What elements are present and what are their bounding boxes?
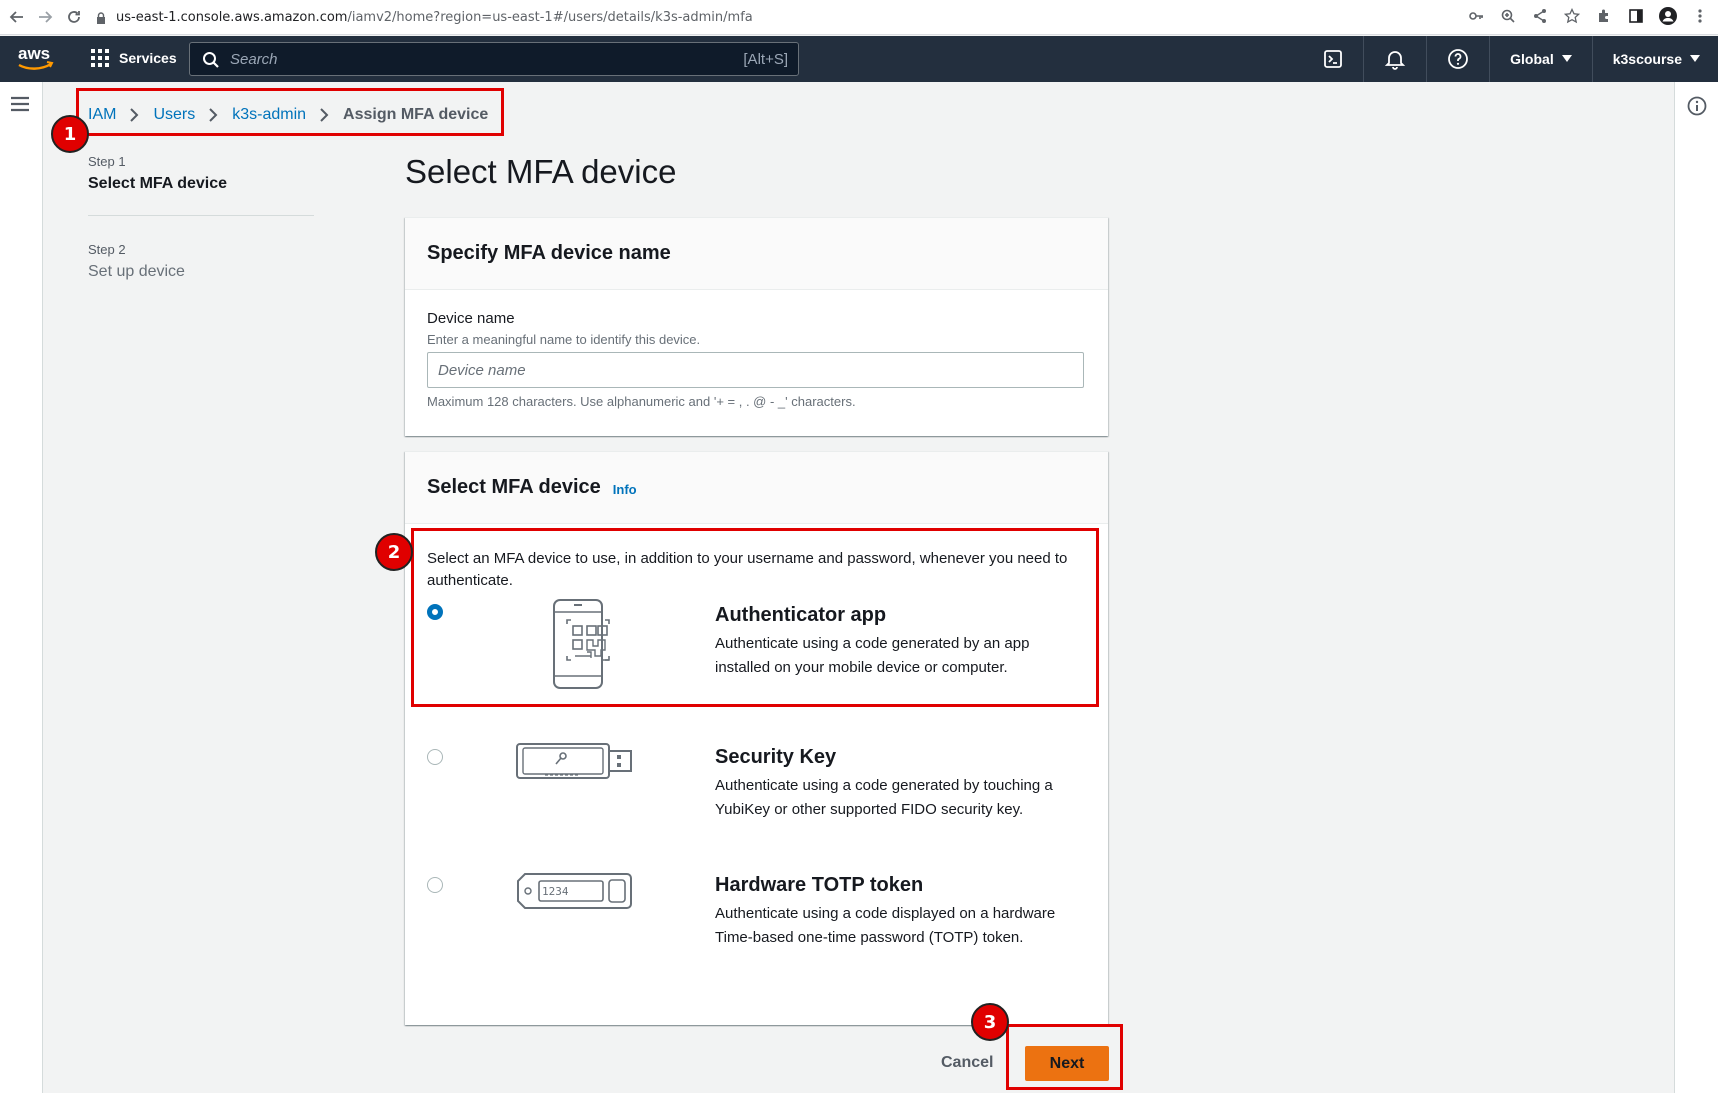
- aws-logo[interactable]: aws: [16, 44, 56, 74]
- tools-panel-rail: [1674, 82, 1718, 1093]
- mfa-option-hardware-totp[interactable]: 1234 Hardware TOTP token Authenticate us…: [405, 870, 1108, 970]
- caret-down-icon: [1561, 55, 1572, 63]
- step-title: Set up device: [88, 263, 185, 280]
- step-2: Step 2 Set up device: [88, 242, 314, 281]
- cloudshell-icon: [1323, 49, 1343, 69]
- device-name-panel: Specify MFA device name Device name Ente…: [405, 217, 1108, 436]
- browser-actions: [1466, 6, 1710, 26]
- forward-icon[interactable]: [32, 4, 58, 30]
- url-path: /iamv2/home?region=us-east-1#/users/deta…: [347, 10, 753, 25]
- annotation-highlight-next: [1006, 1024, 1123, 1090]
- search-placeholder: Search: [230, 50, 278, 68]
- key-icon[interactable]: [1466, 6, 1486, 26]
- info-link[interactable]: Info: [613, 482, 637, 497]
- step-label: Step 1: [88, 154, 126, 169]
- usb-security-key-icon: [515, 742, 635, 787]
- annotation-badge: 2: [375, 533, 413, 571]
- side-panel-icon[interactable]: [1626, 6, 1646, 26]
- option-description: Authenticate using a code displayed on a…: [715, 905, 1056, 946]
- aws-logo-text: aws: [18, 44, 50, 63]
- region-selector[interactable]: Global: [1489, 36, 1592, 82]
- services-label: Services: [119, 50, 177, 66]
- aws-top-navigation: aws Services Search [Alt+S] Global k3sco…: [0, 36, 1718, 82]
- side-navigation-rail: [0, 82, 43, 1093]
- search-shortcut: [Alt+S]: [743, 50, 788, 68]
- panel-header: Select MFA device Info: [405, 452, 1108, 524]
- caret-down-icon: [1690, 55, 1700, 63]
- wizard-steps: Step 1 Select MFA device Step 2 Set up d…: [88, 154, 314, 281]
- step-label: Step 2: [88, 242, 126, 257]
- option-description: Authenticate using a code generated by t…: [715, 777, 1053, 818]
- radio-security-key[interactable]: [427, 749, 443, 765]
- field-constraint: Maximum 128 characters. Use alphanumeric…: [427, 394, 856, 409]
- info-icon[interactable]: [1687, 96, 1707, 121]
- services-menu-button[interactable]: Services: [90, 48, 177, 68]
- browser-menu-icon[interactable]: [1690, 6, 1710, 26]
- extensions-icon[interactable]: [1594, 6, 1614, 26]
- panel-heading: Select MFA device: [427, 476, 601, 498]
- cloudshell-button[interactable]: [1303, 36, 1363, 82]
- device-name-field: Device name Enter a meaningful name to i…: [405, 290, 1108, 409]
- nav-right-group: Global k3scourse: [1303, 36, 1718, 82]
- step-divider: [88, 215, 314, 216]
- token-display-text: 1234: [542, 885, 569, 898]
- hamburger-menu-icon[interactable]: [10, 96, 30, 117]
- annotation-badge: 3: [971, 1003, 1009, 1041]
- share-icon[interactable]: [1530, 6, 1550, 26]
- reload-icon[interactable]: [61, 4, 87, 30]
- back-icon[interactable]: [4, 4, 30, 30]
- step-title: Select MFA device: [88, 175, 228, 192]
- grid-apps-icon: [90, 48, 110, 68]
- region-label: Global: [1510, 51, 1554, 67]
- annotation-badge: 1: [51, 115, 89, 153]
- lock-icon: [96, 11, 106, 24]
- account-label: k3scourse: [1612, 51, 1682, 67]
- field-label: Device name: [427, 310, 515, 327]
- help-button[interactable]: [1426, 36, 1489, 82]
- cancel-button[interactable]: Cancel: [941, 1054, 993, 1072]
- account-menu[interactable]: k3scourse: [1591, 36, 1718, 82]
- option-title: Security Key: [715, 746, 837, 768]
- panel-header: Specify MFA device name: [405, 218, 1108, 290]
- search-icon: [202, 51, 220, 74]
- annotation-highlight-breadcrumb: [76, 88, 504, 136]
- profile-avatar-icon[interactable]: [1658, 6, 1678, 26]
- field-description: Enter a meaningful name to identify this…: [427, 332, 701, 347]
- radio-hardware-totp[interactable]: [427, 877, 443, 893]
- step-1: Step 1 Select MFA device: [88, 154, 314, 193]
- zoom-icon[interactable]: [1498, 6, 1518, 26]
- notifications-button[interactable]: [1363, 36, 1426, 82]
- page-title: Select MFA device: [405, 153, 677, 190]
- url-host: us-east-1.console.aws.amazon.com: [116, 10, 348, 25]
- device-name-input[interactable]: [427, 352, 1084, 388]
- panel-heading: Specify MFA device name: [427, 242, 671, 264]
- help-icon: [1447, 48, 1469, 70]
- option-title: Hardware TOTP token: [715, 874, 924, 896]
- bell-icon: [1384, 48, 1406, 70]
- hardware-token-icon: 1234: [515, 871, 635, 916]
- bookmark-star-icon[interactable]: [1562, 6, 1582, 26]
- console-search-input[interactable]: Search [Alt+S]: [189, 42, 799, 76]
- address-bar[interactable]: us-east-1.console.aws.amazon.com/iamv2/h…: [96, 4, 1706, 31]
- mfa-option-security-key[interactable]: Security Key Authenticate using a code g…: [405, 742, 1108, 842]
- browser-toolbar: us-east-1.console.aws.amazon.com/iamv2/h…: [0, 0, 1718, 35]
- annotation-highlight-authenticator: [411, 528, 1099, 707]
